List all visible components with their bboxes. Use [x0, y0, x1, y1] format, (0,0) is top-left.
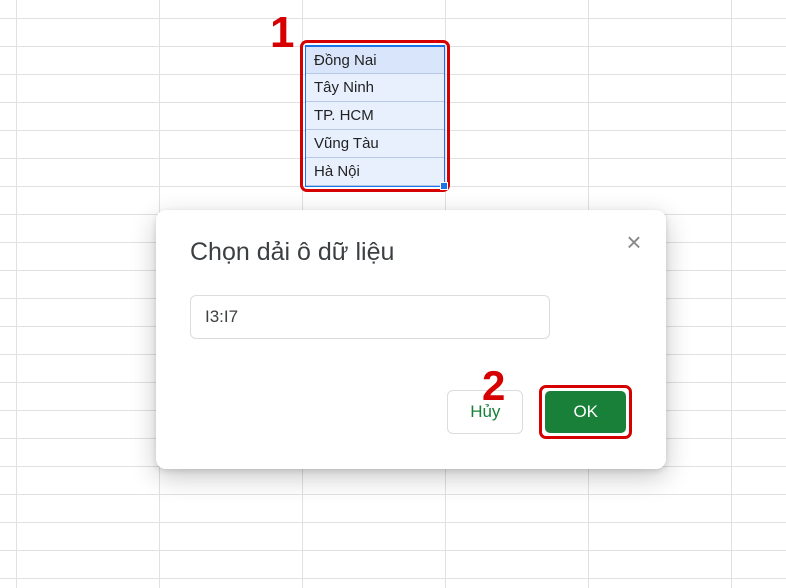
range-input[interactable]	[190, 295, 550, 339]
close-icon[interactable]: ×	[620, 228, 648, 256]
cell[interactable]: TP. HCM	[306, 102, 444, 130]
annotation-step-1: 1	[270, 8, 294, 58]
cell[interactable]: Vũng Tàu	[306, 130, 444, 158]
dialog-title: Chọn dải ô dữ liệu	[190, 238, 632, 267]
selection-handle[interactable]	[440, 182, 448, 190]
cell[interactable]: Hà Nội	[306, 158, 444, 186]
cell[interactable]: Đồng Nai	[306, 46, 444, 74]
selected-range[interactable]: Đồng Nai Tây Ninh TP. HCM Vũng Tàu Hà Nộ…	[305, 45, 445, 187]
data-range-dialog: × Chọn dải ô dữ liệu Hủy OK	[156, 210, 666, 469]
cell[interactable]: Tây Ninh	[306, 74, 444, 102]
annotation-step-2: 2	[482, 362, 505, 410]
annotation-highlight-1: Đồng Nai Tây Ninh TP. HCM Vũng Tàu Hà Nộ…	[300, 40, 450, 192]
annotation-highlight-2: OK	[539, 385, 632, 439]
ok-button[interactable]: OK	[545, 391, 626, 433]
dialog-actions: Hủy OK	[190, 385, 632, 439]
